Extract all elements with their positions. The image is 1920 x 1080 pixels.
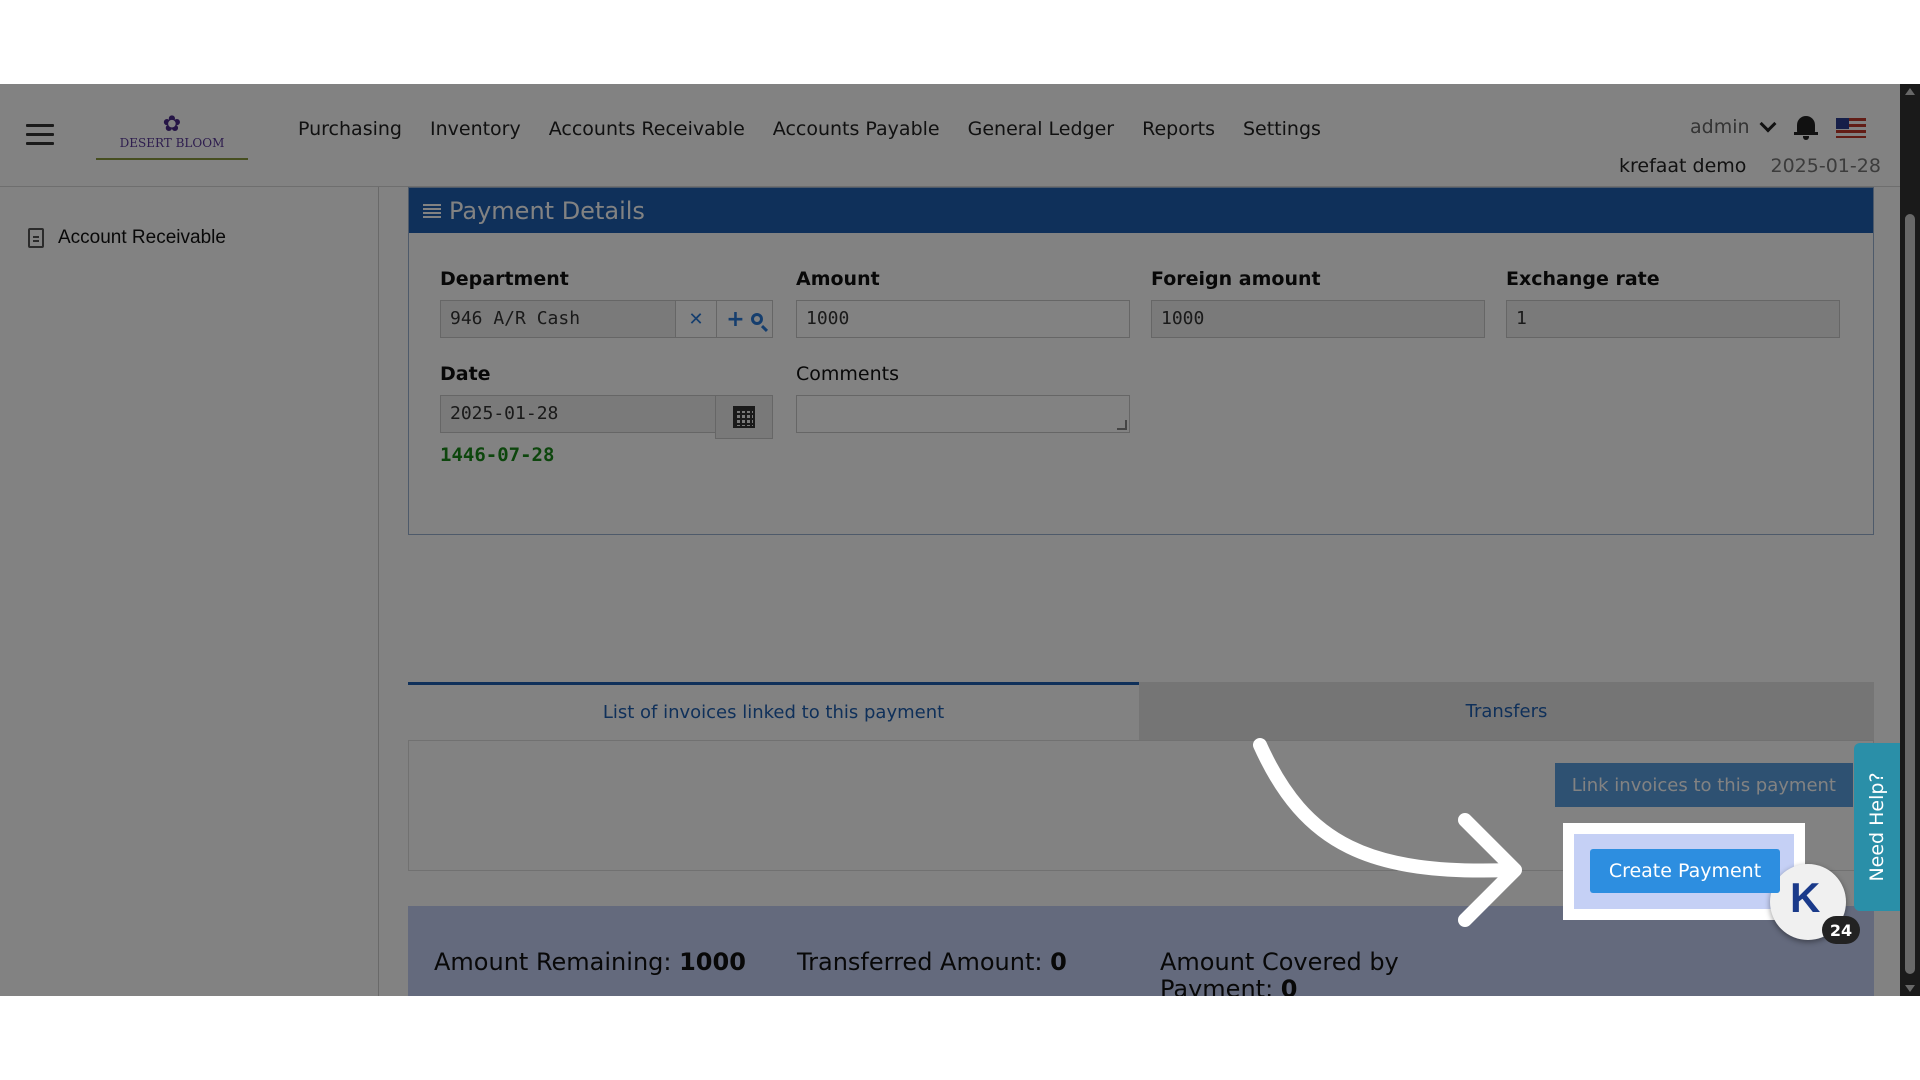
flower-icon: ✿: [162, 112, 182, 137]
foreign-amount-label: Foreign amount: [1151, 268, 1321, 290]
tab-transfers[interactable]: Transfers: [1139, 682, 1874, 740]
scroll-thumb[interactable]: [1905, 214, 1915, 974]
amount-covered-value: 0: [1280, 975, 1298, 997]
current-date: 2025-01-28: [1770, 155, 1881, 177]
need-help-tab[interactable]: Need Help?: [1854, 743, 1900, 911]
nav-settings[interactable]: Settings: [1243, 114, 1321, 144]
resize-handle-icon[interactable]: [1117, 420, 1127, 430]
chevron-down-icon: [1759, 115, 1777, 133]
transferred-amount-label: Transferred Amount:: [797, 948, 1043, 976]
user-menu-label: admin: [1690, 116, 1750, 138]
panel-title: Payment Details: [449, 196, 645, 225]
amount-label: Amount: [796, 268, 880, 290]
sidebar: Account Receivable: [0, 187, 379, 996]
search-icon: [750, 313, 763, 325]
transferred-amount: Transferred Amount: 0: [797, 949, 1067, 976]
amount-remaining-value: 1000: [679, 948, 746, 976]
date-label: Date: [440, 363, 491, 385]
amount-field[interactable]: 1000: [796, 300, 1130, 338]
sidebar-item-label: Account Receivable: [58, 227, 226, 248]
nav-purchasing[interactable]: Purchasing: [298, 114, 402, 144]
amount-covered: Amount Covered by Payment: 0: [1160, 948, 1399, 997]
main-nav: Purchasing Inventory Accounts Receivable…: [298, 114, 1349, 144]
add-search-department-button[interactable]: +: [716, 300, 773, 338]
nav-general-ledger[interactable]: General Ledger: [968, 114, 1114, 144]
amount-remaining-label: Amount Remaining:: [434, 948, 672, 976]
amount-covered-label-line1: Amount Covered by: [1160, 948, 1399, 976]
chat-notification-badge: 24: [1822, 916, 1860, 944]
comments-label: Comments: [796, 363, 899, 385]
amount-remaining: Amount Remaining: 1000: [434, 949, 746, 976]
amount-covered-label-line2: Payment:: [1160, 975, 1274, 997]
close-icon: ✕: [688, 308, 704, 330]
chat-logo-icon: K: [1790, 874, 1821, 921]
link-invoices-button[interactable]: Link invoices to this payment: [1554, 763, 1853, 807]
need-help-label: Need Help?: [1866, 772, 1888, 882]
user-info: krefaat demo 2025-01-28: [1619, 152, 1881, 180]
tab-bar: List of invoices linked to this payment …: [408, 682, 1874, 740]
panel-header: Payment Details: [409, 188, 1873, 233]
date-field[interactable]: 2025-01-28: [440, 395, 716, 433]
sidebar-item-account-receivable[interactable]: Account Receivable: [28, 227, 226, 249]
department-field[interactable]: 946 A/R Cash: [440, 300, 676, 338]
scroll-down-arrow-icon[interactable]: [1905, 985, 1915, 992]
hamburger-menu-icon[interactable]: [26, 124, 54, 146]
scroll-up-arrow-icon[interactable]: [1905, 88, 1915, 95]
page-scrollbar[interactable]: [1900, 84, 1920, 996]
plus-icon: +: [726, 306, 745, 332]
transferred-amount-value: 0: [1050, 948, 1067, 976]
nav-accounts-payable[interactable]: Accounts Payable: [773, 114, 940, 144]
nav-accounts-receivable[interactable]: Accounts Receivable: [549, 114, 745, 144]
top-navbar: ✿ DESERT BLOOM Purchasing Inventory Acco…: [0, 84, 1900, 187]
list-icon: [423, 203, 441, 218]
logo-text: DESERT BLOOM: [119, 136, 225, 150]
tab-linked-invoices[interactable]: List of invoices linked to this payment: [408, 682, 1139, 740]
exchange-rate-label: Exchange rate: [1506, 268, 1660, 290]
bell-icon[interactable]: [1794, 114, 1818, 140]
foreign-amount-field[interactable]: 1000: [1151, 300, 1485, 338]
create-payment-button[interactable]: Create Payment: [1590, 849, 1780, 893]
us-flag-icon[interactable]: [1836, 118, 1866, 138]
user-menu[interactable]: admin: [1690, 112, 1777, 142]
nav-inventory[interactable]: Inventory: [430, 114, 521, 144]
nav-reports[interactable]: Reports: [1142, 114, 1215, 144]
chat-widget[interactable]: K 24: [1770, 864, 1860, 944]
amount-covered-line2: Payment: 0: [1160, 975, 1399, 997]
clear-department-button[interactable]: ✕: [675, 300, 717, 338]
date-picker-button[interactable]: [715, 395, 773, 439]
hijri-date: 1446-07-28: [440, 444, 555, 466]
comments-field[interactable]: [796, 395, 1130, 433]
department-label: Department: [440, 268, 569, 290]
receivable-icon: [28, 228, 44, 248]
user-name: krefaat demo: [1619, 155, 1747, 177]
payment-details-panel: Payment Details Department 946 A/R Cash …: [408, 187, 1874, 535]
company-logo[interactable]: ✿ DESERT BLOOM: [96, 114, 248, 160]
calendar-icon: [733, 406, 755, 428]
exchange-rate-field[interactable]: 1: [1506, 300, 1840, 338]
